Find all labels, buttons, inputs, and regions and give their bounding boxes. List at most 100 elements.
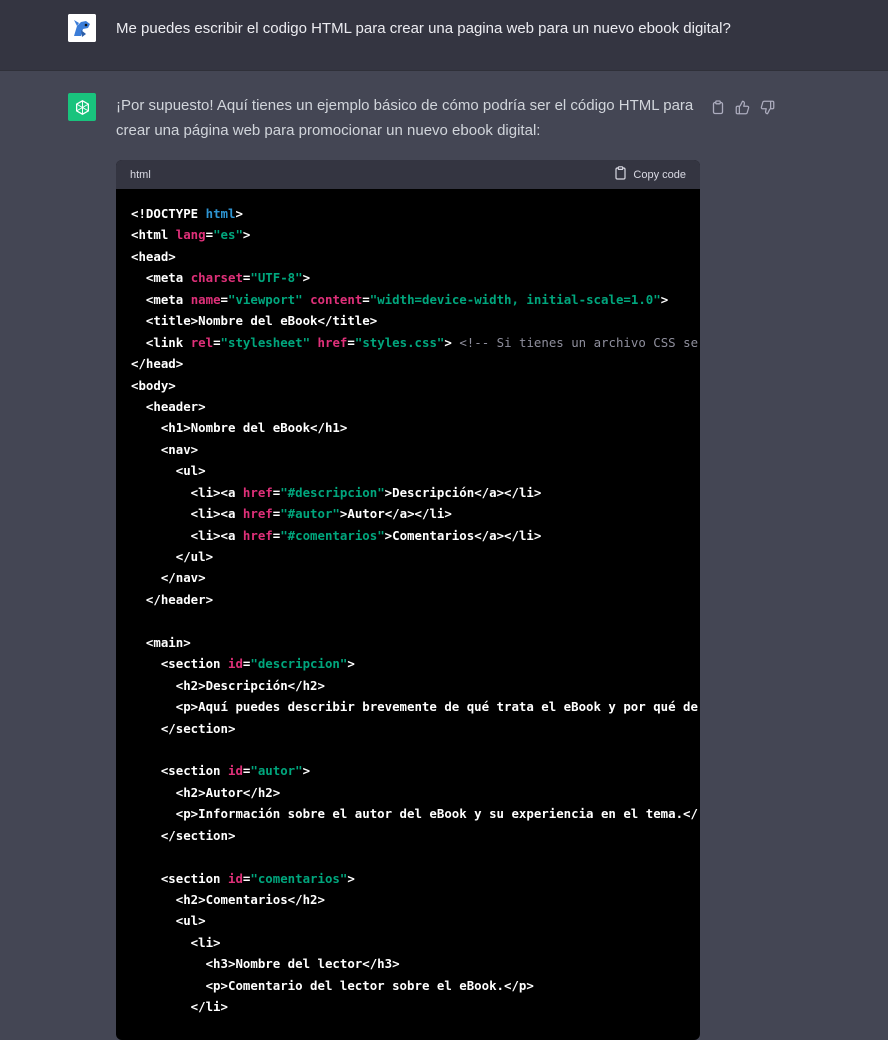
code-token: <li> bbox=[131, 934, 221, 950]
code-token: Autor bbox=[347, 506, 385, 522]
code-token: <h2> bbox=[131, 677, 206, 693]
code-language-label: html bbox=[130, 168, 151, 181]
copy-code-button[interactable]: Copy code bbox=[615, 166, 686, 183]
code-line: <link rel="stylesheet" href="styles.css"… bbox=[131, 332, 700, 353]
code-token: id bbox=[227, 763, 243, 779]
code-line: <h2>Descripción</h2> bbox=[131, 675, 700, 696]
code-line: <ul> bbox=[131, 460, 700, 481]
code-token: Descripción bbox=[205, 677, 288, 693]
code-token: = bbox=[213, 334, 221, 350]
code-token: <!DOCTYPE bbox=[131, 206, 206, 221]
code-line: </header> bbox=[131, 589, 700, 610]
code-token: </section> bbox=[131, 720, 236, 736]
code-token: <h2> bbox=[131, 784, 206, 800]
code-token: <ul> bbox=[131, 463, 206, 479]
code-token: > bbox=[242, 227, 251, 243]
code-line: <head> bbox=[131, 246, 700, 267]
code-line: </nav> bbox=[131, 567, 700, 588]
code-token: <title> bbox=[131, 313, 199, 329]
code-line: </ul> bbox=[131, 546, 700, 567]
code-token: <link bbox=[131, 334, 191, 350]
code-token: <html bbox=[131, 227, 176, 243]
assistant-message-row: ¡Por supuesto! Aquí tienes un ejemplo bá… bbox=[0, 71, 888, 1040]
code-token: <p> bbox=[131, 699, 199, 715]
user-message-text: Me puedes escribir el codigo HTML para c… bbox=[116, 20, 731, 37]
copy-icon[interactable] bbox=[709, 99, 726, 116]
code-token: </a></li> bbox=[384, 506, 452, 522]
code-token: </li> bbox=[131, 999, 228, 1015]
code-line: </li> bbox=[131, 996, 700, 1017]
code-token: <meta bbox=[131, 270, 191, 286]
code-line: <html lang="es"> bbox=[131, 224, 700, 245]
code-token: Comentario del lector sobre el eBook. bbox=[227, 977, 504, 993]
code-token: rel bbox=[190, 334, 214, 350]
code-line: <section id="comentarios"> bbox=[131, 868, 700, 889]
code-token: > bbox=[347, 656, 355, 672]
code-token: </a></li> bbox=[474, 484, 542, 500]
code-token: <meta bbox=[131, 291, 191, 307]
code-token: <head> bbox=[131, 248, 176, 264]
code-token: <ul> bbox=[131, 913, 206, 929]
code-line: <!DOCTYPE html> bbox=[131, 203, 700, 224]
code-token: > bbox=[384, 527, 393, 543]
code-token: "width=device-width, initial-scale=1.0" bbox=[369, 291, 661, 307]
code-token: Comentarios bbox=[392, 527, 475, 543]
code-token: "descripcion" bbox=[250, 656, 348, 672]
code-token: content bbox=[310, 291, 363, 307]
code-token: "comentarios" bbox=[250, 870, 348, 886]
thumbs-up-icon[interactable] bbox=[734, 99, 751, 116]
code-token: "#comentarios" bbox=[280, 527, 385, 543]
code-line: <h1>Nombre del eBook</h1> bbox=[131, 417, 700, 438]
code-token: </a></li> bbox=[474, 527, 542, 543]
code-token: Autor bbox=[205, 784, 243, 800]
user-message-row: Me puedes escribir el codigo HTML para c… bbox=[0, 0, 888, 71]
code-line: <meta charset="UTF-8"> bbox=[131, 267, 700, 288]
code-token: </head> bbox=[131, 356, 184, 372]
code-token: > bbox=[302, 763, 311, 779]
code-line: <p>Información sobre el autor del eBook … bbox=[131, 803, 700, 824]
code-token: <h3> bbox=[131, 956, 236, 972]
code-token: </h2> bbox=[242, 784, 281, 800]
code-token: html bbox=[205, 206, 236, 221]
code-token: = bbox=[205, 227, 214, 243]
code-line: <main> bbox=[131, 632, 700, 653]
code-token: <li><a bbox=[131, 484, 243, 500]
code-line: <title>Nombre del eBook</title> bbox=[131, 310, 700, 331]
code-line: <p>Aquí puedes describir brevemente de q… bbox=[131, 696, 700, 717]
code-token: Nombre del lector bbox=[235, 956, 363, 972]
code-token: href bbox=[242, 484, 273, 500]
code-token: <li><a bbox=[131, 506, 243, 522]
code-line: <h2>Autor</h2> bbox=[131, 782, 700, 803]
code-token: </header> bbox=[131, 591, 214, 607]
code-token: Comentarios bbox=[205, 892, 288, 907]
copy-code-label: Copy code bbox=[633, 168, 686, 181]
code-token: </h2> bbox=[287, 892, 325, 907]
code-token: Nombre del eBook bbox=[198, 313, 318, 329]
code-line: <body> bbox=[131, 375, 700, 396]
code-token: <body> bbox=[131, 377, 176, 393]
thumbs-down-icon[interactable] bbox=[759, 99, 776, 116]
code-content[interactable]: <!DOCTYPE html> <html lang="es"> <head> <m… bbox=[116, 189, 700, 1018]
chatgpt-logo-icon bbox=[68, 93, 96, 121]
code-token: "viewport" bbox=[228, 291, 303, 307]
code-token: "es" bbox=[213, 227, 243, 243]
code-token: > bbox=[660, 291, 669, 307]
code-token: "autor" bbox=[250, 763, 303, 779]
code-token: > bbox=[444, 334, 460, 350]
code-token: = bbox=[347, 334, 355, 350]
code-line: <p>Comentario del lector sobre el eBook.… bbox=[131, 975, 700, 996]
code-token: Aquí puedes describir brevemente de qué … bbox=[198, 699, 698, 715]
code-token: > bbox=[302, 270, 311, 286]
code-token: href bbox=[317, 334, 348, 350]
assistant-intro-text: ¡Por supuesto! Aquí tienes un ejemplo bá… bbox=[116, 97, 694, 139]
code-token: href bbox=[242, 506, 273, 522]
code-token: "#autor" bbox=[280, 506, 340, 522]
code-header: html Copy code bbox=[116, 160, 700, 189]
message-actions bbox=[709, 99, 776, 116]
code-token: </h2> bbox=[287, 677, 325, 693]
code-token: > bbox=[235, 206, 243, 221]
code-token: "UTF-8" bbox=[250, 270, 303, 286]
code-line: <li><a href="#descripcion">Descripción</… bbox=[131, 482, 700, 503]
